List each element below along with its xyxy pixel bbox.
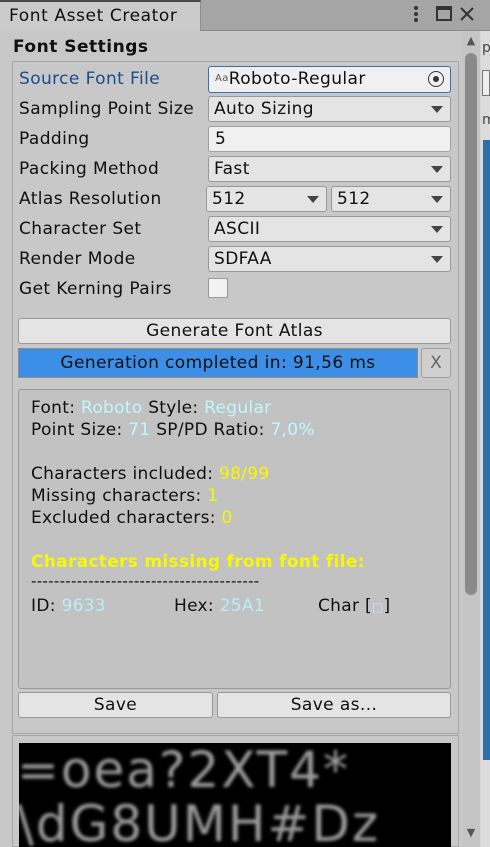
atlas-height-value: 512 xyxy=(337,189,371,209)
missing-hex: Hex: 25A1 xyxy=(174,596,265,616)
padding-input[interactable]: 5 xyxy=(208,126,451,152)
source-font-label: Source Font File xyxy=(19,69,161,89)
sampling-size-dropdown[interactable]: Auto Sizing xyxy=(208,96,451,122)
divider-text: ---------------------------------------- xyxy=(31,572,260,590)
id-value: 9633 xyxy=(61,596,106,616)
kerning-checkbox[interactable] xyxy=(208,278,228,298)
info-missing-line: Missing characters: 1 xyxy=(31,486,218,506)
missing-value: 1 xyxy=(207,486,219,506)
section-title: Font Settings xyxy=(13,37,149,57)
chevron-down-icon xyxy=(431,106,443,113)
chevron-down-icon xyxy=(431,256,443,263)
window-tab-title: Font Asset Creator xyxy=(9,6,178,26)
info-included-line: Characters included: 98/99 xyxy=(31,464,270,484)
generation-progress-bar: Generation completed in: 91,56 ms xyxy=(18,348,418,378)
included-value: 98/99 xyxy=(219,464,270,484)
point-size-value: 71 xyxy=(128,420,151,440)
atlas-glyphs-row1: =oea?2XT4* xyxy=(19,743,350,799)
close-icon[interactable] xyxy=(457,3,477,25)
source-font-field[interactable]: AaRoboto-Regular xyxy=(208,66,451,93)
adjacent-panel-field xyxy=(482,70,490,96)
clear-progress-button[interactable]: X xyxy=(421,348,451,378)
excluded-value: 0 xyxy=(221,508,233,528)
chevron-down-icon xyxy=(431,196,443,203)
maximize-icon[interactable] xyxy=(434,3,454,25)
font-value: Roboto xyxy=(80,398,143,418)
hex-value: 25A1 xyxy=(219,596,265,616)
style-label: Style: xyxy=(148,398,199,418)
included-label: Characters included: xyxy=(31,464,214,484)
char-label: Char [ xyxy=(318,596,372,616)
scroll-down-icon[interactable]: ▼ xyxy=(464,826,478,840)
atlas-width-dropdown[interactable]: 512 xyxy=(206,186,327,212)
info-size-line: Point Size: 71 SP/PD Ratio: 7,0% xyxy=(31,420,315,440)
adjacent-panel-text: p xyxy=(482,40,490,56)
kebab-menu-icon[interactable] xyxy=(406,3,426,25)
font-label: Font: xyxy=(31,398,76,418)
char-value: □ xyxy=(371,600,384,614)
packing-method-dropdown[interactable]: Fast xyxy=(208,156,451,182)
atlas-resolution-label: Atlas Resolution xyxy=(19,189,162,209)
object-picker-icon[interactable] xyxy=(428,71,444,87)
chevron-down-icon xyxy=(431,226,443,233)
info-excluded-line: Excluded characters: 0 xyxy=(31,508,233,528)
font-asset-icon: Aa xyxy=(215,73,229,84)
ratio-value: 7,0% xyxy=(270,420,315,440)
render-mode-label: Render Mode xyxy=(19,249,136,269)
save-as-button[interactable]: Save as... xyxy=(217,692,451,718)
missing-char: Char [□] xyxy=(318,596,390,616)
source-font-value: Roboto-Regular xyxy=(228,69,366,89)
save-button[interactable]: Save xyxy=(18,692,213,718)
missing-header: Characters missing from font file: xyxy=(31,552,365,572)
progress-text: Generation completed in: 91,56 ms xyxy=(60,353,376,373)
scroll-up-icon[interactable]: ▲ xyxy=(464,34,478,48)
excluded-label: Excluded characters: xyxy=(31,508,216,528)
sampling-size-value: Auto Sizing xyxy=(214,99,315,119)
kerning-label: Get Kerning Pairs xyxy=(19,279,172,299)
hex-label: Hex: xyxy=(174,596,214,616)
scrollbar-thumb[interactable] xyxy=(465,53,477,595)
generate-atlas-button[interactable]: Generate Font Atlas xyxy=(18,318,451,344)
info-font-line: Font: Roboto Style: Regular xyxy=(31,398,271,418)
missing-label: Missing characters: xyxy=(31,486,202,506)
chevron-down-icon xyxy=(307,196,319,203)
atlas-glyphs-row2: \dG8UMH#Dz xyxy=(19,795,380,847)
adjacent-panel-view xyxy=(483,140,490,760)
generation-info-box: Font: Roboto Style: Regular Point Size: … xyxy=(18,389,451,689)
character-set-value: ASCII xyxy=(214,219,261,239)
chevron-down-icon xyxy=(431,166,443,173)
character-set-dropdown[interactable]: ASCII xyxy=(208,216,451,242)
adjacent-panel-text: m xyxy=(482,112,490,128)
sampling-size-label: Sampling Point Size xyxy=(19,99,195,119)
point-size-label: Point Size: xyxy=(31,420,123,440)
padding-label: Padding xyxy=(19,129,90,149)
atlas-width-value: 512 xyxy=(212,189,246,209)
atlas-height-dropdown[interactable]: 512 xyxy=(331,186,451,212)
packing-method-value: Fast xyxy=(214,159,250,179)
packing-method-label: Packing Method xyxy=(19,159,160,179)
atlas-preview-image: =oea?2XT4* \dG8UMH#Dz xyxy=(19,743,451,847)
window-tab[interactable]: Font Asset Creator xyxy=(0,0,201,31)
character-set-label: Character Set xyxy=(19,219,142,239)
render-mode-value: SDFAA xyxy=(214,249,272,269)
id-label: ID: xyxy=(31,596,56,616)
style-value: Regular xyxy=(204,398,272,418)
render-mode-dropdown[interactable]: SDFAA xyxy=(208,246,451,272)
ratio-label: SP/PD Ratio: xyxy=(156,420,265,440)
char-close: ] xyxy=(383,596,391,616)
missing-id: ID: 9633 xyxy=(31,596,106,616)
